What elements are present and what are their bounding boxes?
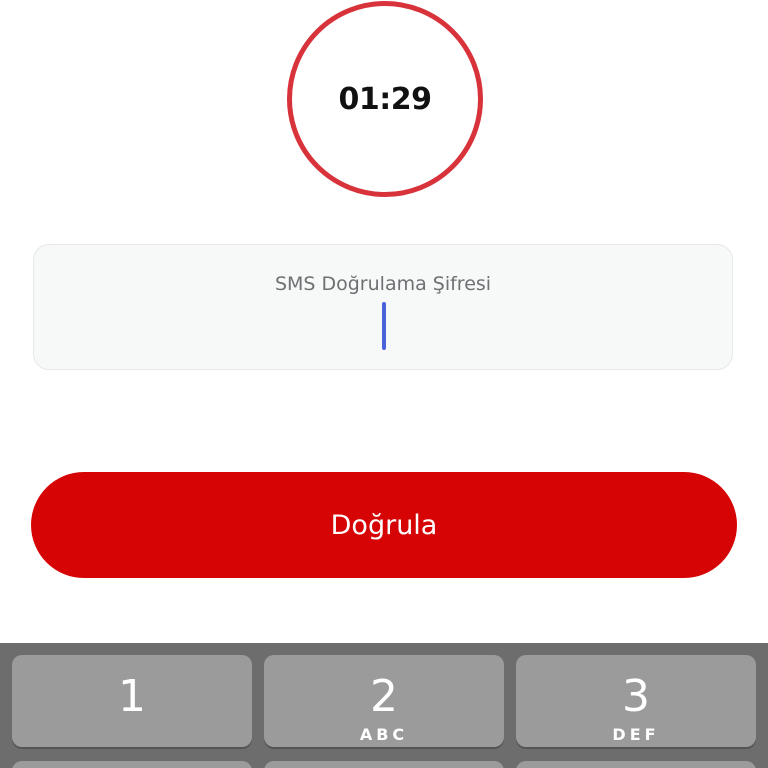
text-cursor — [382, 302, 386, 350]
key-2[interactable]: 2 ABC — [264, 655, 504, 747]
key-letters: ABC — [359, 725, 409, 744]
key-digit: 1 — [118, 671, 146, 722]
countdown-timer-text: 01:29 — [338, 81, 433, 117]
verify-button[interactable]: Doğrula — [31, 472, 737, 578]
sms-code-input[interactable]: SMS Doğrulama Şifresi — [33, 244, 733, 370]
key-digit: 3 — [622, 671, 650, 722]
countdown-timer: 01:29 — [287, 1, 483, 197]
key-digit: 2 — [370, 671, 398, 722]
key-1[interactable]: 1 — [12, 655, 252, 747]
key-row-2-partial[interactable] — [516, 761, 756, 768]
verify-button-label: Doğrula — [330, 509, 438, 541]
sms-code-label: SMS Doğrulama Şifresi — [274, 273, 492, 295]
key-letters: DEF — [612, 725, 660, 744]
key-3[interactable]: 3 DEF — [516, 655, 756, 747]
key-row-2-partial[interactable] — [12, 761, 252, 768]
key-row-2-partial[interactable] — [264, 761, 504, 768]
numeric-keypad: 1 2 ABC 3 DEF — [0, 643, 768, 768]
